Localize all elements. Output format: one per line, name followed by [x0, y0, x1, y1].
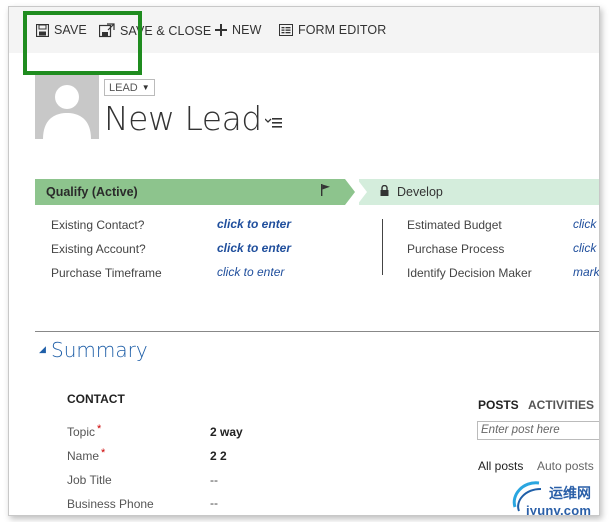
- process-field-value[interactable]: click: [573, 241, 596, 255]
- form-editor-button[interactable]: FORM EDITOR: [279, 23, 386, 37]
- collapse-caret-icon[interactable]: ◢: [39, 344, 46, 355]
- stage-qualify-label: Qualify (Active): [46, 185, 138, 199]
- post-input[interactable]: Enter post here: [477, 421, 599, 440]
- form-editor-icon: [279, 24, 293, 36]
- entity-label: LEAD: [109, 81, 138, 94]
- filter-all-posts[interactable]: All posts: [478, 459, 523, 473]
- page-title: New Lead: [104, 99, 262, 138]
- field-value-business-phone[interactable]: --: [210, 496, 218, 510]
- process-field-label: Existing Contact?: [51, 218, 145, 232]
- watermark-url: iyunv.com: [526, 503, 592, 516]
- field-label-topic: Topic *: [67, 423, 102, 439]
- plus-icon: [215, 24, 227, 36]
- stage-develop-label: Develop: [397, 185, 443, 199]
- required-marker: *: [97, 423, 102, 435]
- field-value-name[interactable]: 2 2: [210, 449, 227, 463]
- field-label-job-title: Job Title: [67, 473, 112, 487]
- process-field-label: Purchase Timeframe: [51, 266, 162, 280]
- field-value-job-title[interactable]: --: [210, 473, 218, 487]
- person-icon: [43, 85, 91, 139]
- process-field-value[interactable]: click to enter: [217, 241, 291, 255]
- tab-posts[interactable]: POSTS: [478, 398, 519, 412]
- field-value-topic[interactable]: 2 way: [210, 425, 243, 439]
- crm-form-window: SAVE SAVE & CLOSE NEW FORM EDITOR LEAD ▼…: [8, 6, 600, 516]
- process-field-label: Estimated Budget: [407, 218, 502, 232]
- tab-activities[interactable]: ACTIVITIES: [528, 398, 594, 412]
- new-button[interactable]: NEW: [215, 23, 261, 37]
- watermark: 运维网 iyunv.com: [509, 477, 599, 516]
- process-divider: [382, 219, 383, 275]
- process-field-label: Purchase Process: [407, 242, 505, 256]
- entity-selector[interactable]: LEAD ▼: [104, 79, 155, 96]
- summary-section-title[interactable]: Summary: [51, 338, 148, 362]
- form-editor-label: FORM EDITOR: [298, 23, 387, 37]
- section-divider: [35, 331, 599, 332]
- field-label-name: Name *: [67, 447, 106, 463]
- new-button-label: NEW: [232, 23, 262, 37]
- process-field-value[interactable]: click to enter: [217, 217, 291, 231]
- stage-notch: [357, 179, 367, 205]
- process-field-value[interactable]: click to enter: [217, 265, 284, 279]
- highlight-box: [23, 11, 142, 75]
- form-selector-icon[interactable]: [265, 117, 283, 129]
- process-field-label: Existing Account?: [51, 242, 146, 256]
- caret-down-icon: ▼: [141, 83, 150, 92]
- filter-auto-posts[interactable]: Auto posts: [537, 459, 594, 473]
- contact-heading: CONTACT: [67, 392, 125, 406]
- stage-arrow: [345, 179, 355, 205]
- process-field-value[interactable]: mark: [573, 265, 599, 279]
- stage-develop[interactable]: [359, 179, 599, 205]
- field-label-business-phone: Business Phone: [67, 497, 154, 511]
- lock-icon: [380, 185, 389, 196]
- process-field-label: Identify Decision Maker: [407, 266, 532, 280]
- flag-icon: [321, 184, 330, 196]
- watermark-cn: 运维网: [549, 485, 591, 501]
- process-field-value[interactable]: click: [573, 217, 596, 231]
- required-marker: *: [101, 447, 106, 459]
- lead-avatar[interactable]: [35, 75, 99, 139]
